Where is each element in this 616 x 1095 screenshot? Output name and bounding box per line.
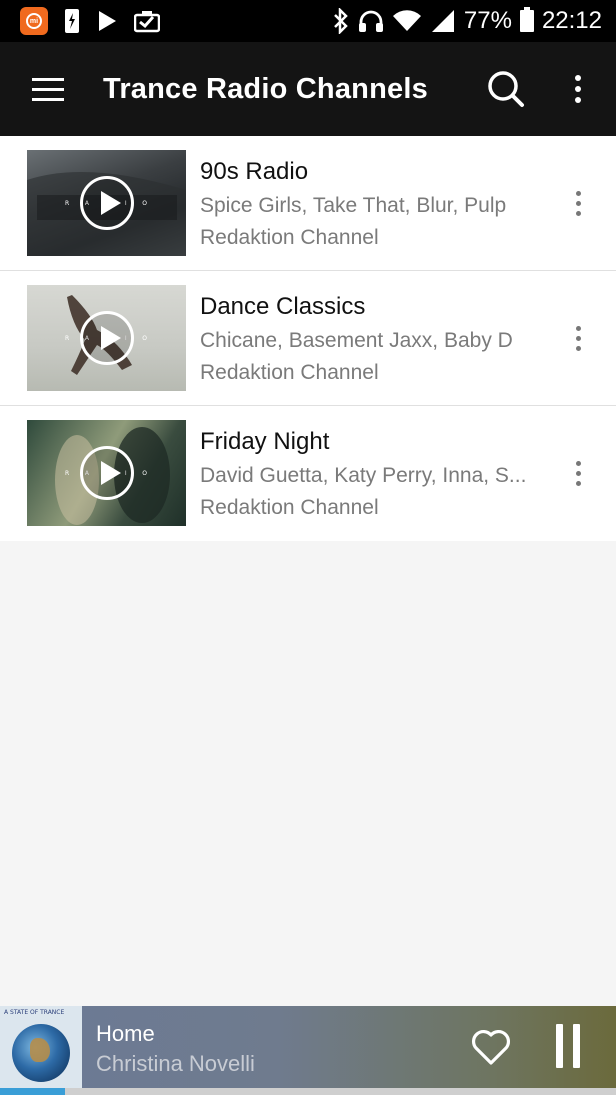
- wifi-icon: [392, 10, 421, 32]
- playback-progress[interactable]: [0, 1088, 616, 1095]
- play-icon[interactable]: [80, 176, 134, 230]
- channel-source: Redaktion Channel: [200, 496, 379, 519]
- list-item[interactable]: RADIO 90s Radio Spice Girls, Take That, …: [0, 136, 616, 271]
- channel-title: 90s Radio: [200, 158, 309, 185]
- channel-list: RADIO 90s Radio Spice Girls, Take That, …: [0, 136, 616, 541]
- channel-thumbnail[interactable]: RADIO: [27, 420, 186, 526]
- channel-artists: David Guetta, Katy Perry, Inna, S...: [200, 464, 527, 487]
- clipboard-check-icon: [134, 11, 160, 33]
- item-more-icon[interactable]: [566, 186, 590, 220]
- play-store-icon: [99, 11, 116, 31]
- play-icon[interactable]: [80, 446, 134, 500]
- battery-percent: 77%: [463, 7, 512, 34]
- globe-image: [12, 1024, 70, 1082]
- bluetooth-icon: [334, 8, 348, 34]
- channel-thumbnail[interactable]: RADIO: [27, 150, 186, 256]
- menu-icon[interactable]: [0, 42, 96, 136]
- search-icon[interactable]: [484, 67, 528, 111]
- sim-icon: [65, 9, 79, 33]
- channel-title: Dance Classics: [200, 293, 366, 320]
- pause-button[interactable]: [556, 1024, 588, 1070]
- page-title: Trance Radio Channels: [103, 72, 428, 105]
- album-art[interactable]: A STATE OF TRANCE: [0, 1006, 82, 1088]
- heart-icon[interactable]: [470, 1026, 512, 1068]
- channel-source: Redaktion Channel: [200, 361, 379, 384]
- channel-artists: Chicane, Basement Jaxx, Baby D: [200, 329, 513, 352]
- headphones-icon: [358, 10, 383, 32]
- more-vert-icon[interactable]: [560, 67, 596, 111]
- channel-source: Redaktion Channel: [200, 226, 379, 249]
- now-playing-title: Home: [96, 1021, 155, 1046]
- now-playing-artist: Christina Novelli: [96, 1051, 255, 1076]
- channel-title: Friday Night: [200, 428, 330, 455]
- channel-thumbnail[interactable]: RADIO: [27, 285, 186, 391]
- app-bar: Trance Radio Channels: [0, 42, 616, 136]
- status-bar: mi 77% 22:12: [0, 0, 616, 42]
- list-item[interactable]: RADIO Friday Night David Guetta, Katy Pe…: [0, 406, 616, 541]
- album-brand: A STATE OF TRANCE: [4, 1009, 65, 1016]
- item-more-icon[interactable]: [566, 321, 590, 355]
- play-icon[interactable]: [80, 311, 134, 365]
- progress-fill: [0, 1088, 65, 1095]
- channel-artists: Spice Girls, Take That, Blur, Pulp: [200, 194, 507, 217]
- signal-icon: [431, 10, 454, 32]
- list-item[interactable]: RADIO Dance Classics Chicane, Basement J…: [0, 271, 616, 406]
- battery-icon: [519, 7, 534, 32]
- mini-player[interactable]: A STATE OF TRANCE Home Christina Novelli: [0, 1006, 616, 1088]
- clock: 22:12: [541, 7, 602, 34]
- mi-icon: mi: [20, 7, 48, 35]
- item-more-icon[interactable]: [566, 456, 590, 490]
